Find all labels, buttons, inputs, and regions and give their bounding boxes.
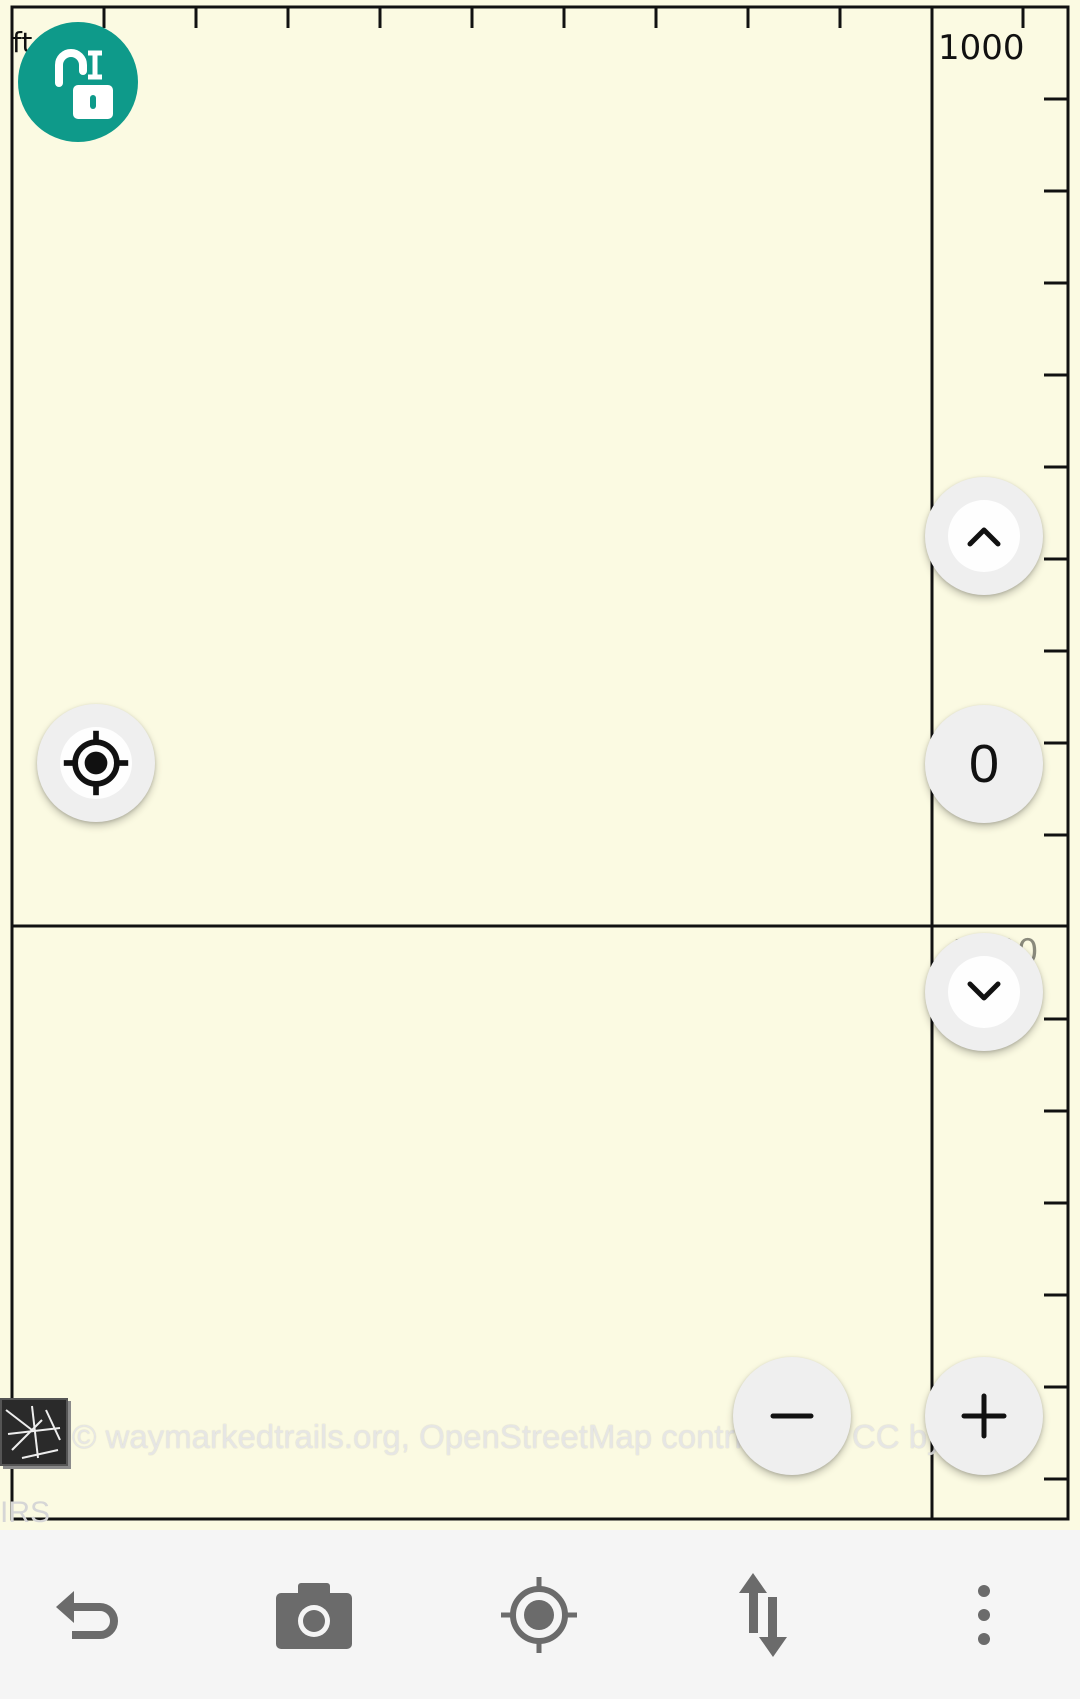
zoom-out-button[interactable] xyxy=(733,1357,851,1475)
level-up-button[interactable] xyxy=(925,477,1043,595)
map-view[interactable]: ft 1000 1000 xyxy=(0,0,1080,1530)
transfer-button[interactable] xyxy=(708,1560,818,1670)
top-ruler-ticks xyxy=(102,7,1025,28)
gps-button[interactable] xyxy=(484,1560,594,1670)
gps-target-icon xyxy=(501,1577,577,1653)
tile-pattern-icon xyxy=(5,1405,61,1459)
map-grid xyxy=(10,5,1070,1521)
level-value: 0 xyxy=(968,734,1000,794)
plus-icon xyxy=(961,1393,1007,1439)
level-indicator-button[interactable]: 0 xyxy=(925,705,1043,823)
undo-button[interactable] xyxy=(35,1560,145,1670)
bottom-toolbar xyxy=(0,1530,1080,1699)
irs-label: IRS xyxy=(0,1496,51,1529)
crosshair-icon xyxy=(63,730,129,796)
scale-top-label: 1000 xyxy=(938,28,1025,68)
zoom-in-button[interactable] xyxy=(925,1357,1043,1475)
more-button[interactable] xyxy=(929,1560,1039,1670)
right-ruler-ticks xyxy=(1044,97,1068,1481)
tile-source-thumbnail[interactable] xyxy=(0,1398,68,1466)
level-down-button[interactable] xyxy=(925,933,1043,1051)
lock-button[interactable] xyxy=(18,22,138,142)
lock-open-icon xyxy=(55,49,113,119)
map-attribution: © waymarkedtrails.org, OpenStreetMap con… xyxy=(72,1418,999,1455)
chevron-down-icon xyxy=(967,981,1001,1001)
chevron-up-icon xyxy=(967,527,1001,547)
undo-icon xyxy=(56,1591,118,1639)
camera-icon xyxy=(276,1583,352,1649)
more-vertical-icon xyxy=(978,1585,990,1645)
minus-icon xyxy=(770,1413,814,1419)
center-location-button[interactable] xyxy=(37,704,155,822)
up-down-arrows-icon xyxy=(739,1573,787,1657)
map-frame xyxy=(10,5,1070,1521)
camera-button[interactable] xyxy=(259,1560,369,1670)
